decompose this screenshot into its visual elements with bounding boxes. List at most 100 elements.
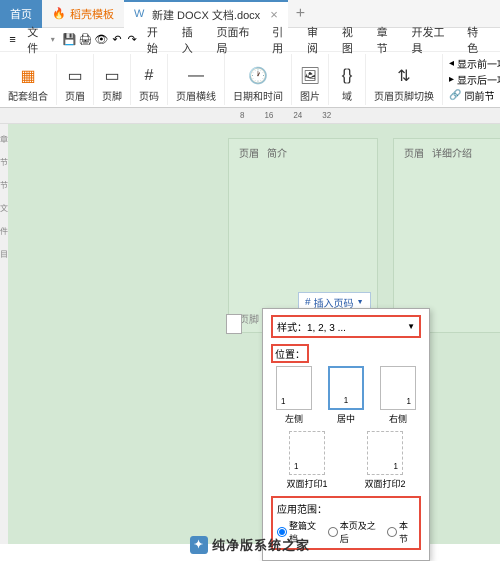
ribbon-switch-label: 页眉页脚切换 — [374, 88, 434, 103]
image-icon: 🖼 — [300, 66, 320, 86]
pos-left[interactable]: 左侧 — [276, 366, 312, 425]
page-header: 页眉 简介 — [239, 145, 367, 160]
footer-label: 页脚 — [239, 311, 259, 326]
pos-dup1-box — [289, 431, 325, 475]
page-header: 页眉 详细介绍 — [404, 145, 497, 160]
footer-icon: ▭ — [102, 66, 122, 86]
show-prev[interactable]: ◂显示前一项 — [449, 56, 500, 71]
ruler-mark: 8 — [240, 111, 244, 120]
same-prev-label: 同前节 — [464, 88, 494, 103]
menu-icon[interactable]: ≡ — [6, 33, 19, 47]
side-mark: 文 — [0, 203, 8, 214]
pos-dup2-label: 双面打印2 — [364, 477, 405, 490]
hash-icon: # — [305, 297, 311, 308]
menu-start[interactable]: 开始 — [141, 22, 174, 58]
menu-view[interactable]: 视图 — [336, 22, 369, 58]
ribbon-switch[interactable]: ⇅ 页眉页脚切换 — [366, 54, 443, 105]
pos-dup1[interactable]: 双面打印1 — [286, 431, 327, 490]
side-mark: 目 — [0, 249, 8, 260]
pos-center[interactable]: 居中 — [328, 366, 364, 425]
ribbon-nav: ◂显示前一项 ▸显示后一项 🔗同前节 — [443, 54, 500, 105]
ribbon-footer[interactable]: ▭ 页脚 — [94, 54, 131, 105]
pagenum-icon: # — [139, 66, 159, 86]
word-icon: W — [134, 8, 148, 22]
same-prev[interactable]: 🔗同前节 — [449, 88, 500, 103]
close-icon[interactable]: × — [270, 7, 278, 22]
ribbon-datetime[interactable]: 🕐 日期和时间 — [225, 54, 292, 105]
tab-template-label: 稻壳模板 — [70, 6, 114, 22]
ribbon-image[interactable]: 🖼 图片 — [292, 54, 329, 105]
position-grid-2: 双面打印1 双面打印2 — [271, 431, 421, 490]
ribbon-field-label: 域 — [342, 88, 352, 103]
pos-center-label: 居中 — [337, 412, 355, 425]
tab-doc-label: 新建 DOCX 文档.docx — [152, 7, 260, 23]
scope-after[interactable]: 本页及之后 — [328, 519, 381, 545]
pos-right-box — [380, 366, 416, 410]
ruler-mark: 32 — [322, 111, 331, 120]
menu-review[interactable]: 审阅 — [301, 22, 334, 58]
line-icon: — — [186, 66, 206, 86]
ribbon-header[interactable]: ▭ 页眉 — [57, 54, 94, 105]
pos-left-box — [276, 366, 312, 410]
pos-dup2-box — [367, 431, 403, 475]
show-next[interactable]: ▸显示后一项 — [449, 72, 500, 87]
preview-icon[interactable]: 👁 — [94, 33, 108, 47]
menu-special[interactable]: 特色 — [461, 22, 494, 58]
ribbon-footer-label: 页脚 — [102, 88, 122, 103]
position-label: 位置： — [271, 344, 309, 363]
flame-icon: 🔥 — [52, 7, 66, 21]
style-value: 1, 2, 3 ... — [307, 323, 346, 334]
print-icon[interactable]: 🖨 — [78, 33, 92, 47]
add-tab-button[interactable]: + — [288, 5, 313, 23]
pos-right[interactable]: 右侧 — [380, 366, 416, 425]
vertical-ruler: 章 节 节 文 件 目 — [0, 124, 8, 544]
chevron-down-icon: ▼ — [407, 322, 415, 331]
ribbon: ▦ 配套组合 ▭ 页眉 ▭ 页脚 # 页码 — 页眉横线 🕐 日期和时间 🖼 图… — [0, 52, 500, 108]
pos-dup2[interactable]: 双面打印2 — [364, 431, 405, 490]
scope-section-radio[interactable] — [387, 527, 397, 537]
ribbon-headerline[interactable]: — 页眉横线 — [168, 54, 225, 105]
scope-section-label: 本节 — [399, 519, 415, 545]
scope-section[interactable]: 本节 — [387, 519, 415, 545]
show-prev-label: 显示前一项 — [457, 56, 500, 71]
ribbon-peitao[interactable]: ▦ 配套组合 — [0, 54, 57, 105]
side-mark: 章 — [0, 134, 8, 145]
style-selector[interactable]: 样式：1, 2, 3 ... ▼ — [271, 315, 421, 338]
ribbon-datetime-label: 日期和时间 — [233, 88, 283, 103]
next-icon: ▸ — [449, 74, 454, 85]
link-icon: 🔗 — [449, 90, 461, 101]
prev-icon: ◂ — [449, 58, 454, 69]
pos-dup1-label: 双面打印1 — [286, 477, 327, 490]
scope-label: 应用范围： — [277, 501, 415, 516]
header-content: 简介 — [267, 145, 287, 160]
menu-dev[interactable]: 开发工具 — [405, 22, 459, 58]
ribbon-field[interactable]: {} 域 — [329, 54, 366, 105]
page-2[interactable]: 页眉 详细介绍 页脚 — [393, 138, 500, 333]
ribbon-pagenum[interactable]: # 页码 — [131, 54, 168, 105]
ribbon-header-label: 页眉 — [65, 88, 85, 103]
template-icon: ▦ — [18, 66, 38, 86]
scope-after-radio[interactable] — [328, 527, 338, 537]
menu-insert[interactable]: 插入 — [176, 22, 209, 58]
menu-ref[interactable]: 引用 — [266, 22, 299, 58]
file-menu[interactable]: 文件 ▾ — [21, 22, 60, 58]
show-next-label: 显示后一项 — [457, 72, 500, 87]
style-label: 样式： — [277, 323, 307, 334]
ruler: 8 16 24 32 — [0, 108, 500, 124]
header-label: 页眉 — [239, 145, 259, 160]
ribbon-headerline-label: 页眉横线 — [176, 88, 216, 103]
undo-icon[interactable]: ↶ — [110, 33, 123, 47]
side-mark: 件 — [0, 226, 8, 237]
chevron-down-icon: ▾ — [51, 35, 55, 44]
menu-layout[interactable]: 页面布局 — [211, 22, 265, 58]
watermark-text: 纯净版系统之家 — [212, 535, 310, 554]
menu-chapter[interactable]: 章节 — [371, 22, 404, 58]
header-label: 页眉 — [404, 145, 424, 160]
pos-left-label: 左侧 — [285, 412, 303, 425]
redo-icon[interactable]: ↷ — [126, 33, 139, 47]
pos-right-label: 右侧 — [389, 412, 407, 425]
save-icon[interactable]: 💾 — [63, 33, 77, 47]
ribbon-pagenum-label: 页码 — [139, 88, 159, 103]
scope-after-label: 本页及之后 — [340, 519, 381, 545]
menu-bar: ≡ 文件 ▾ 💾 🖨 👁 ↶ ↷ 开始 插入 页面布局 引用 审阅 视图 章节 … — [0, 28, 500, 52]
